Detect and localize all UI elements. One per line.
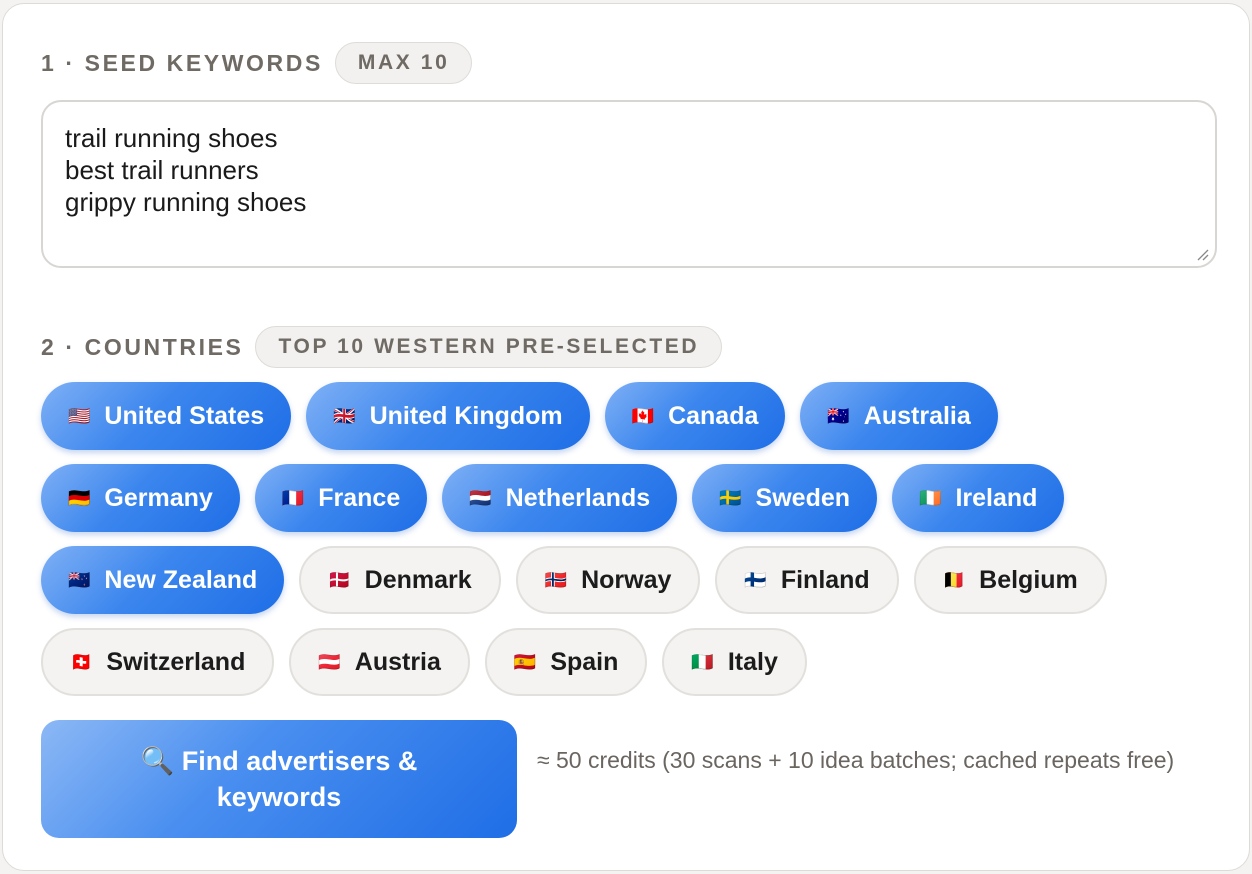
countries-header: 2 · COUNTRIES TOP 10 WESTERN PRE-SELECTE… bbox=[41, 325, 723, 369]
country-chip-switzerland[interactable]: 🇨🇭 Switzerland bbox=[41, 628, 275, 696]
flag-icon: 🇪🇸 bbox=[513, 652, 537, 672]
country-row: 🇳🇿 New Zealand 🇩🇰 Denmark 🇳🇴 Norway 🇫🇮 Finland 🇧… bbox=[41, 546, 1107, 614]
seed-keyword-lines: trail running shoes best trail runners gri… bbox=[65, 122, 1193, 218]
country-chip-united-states[interactable]: 🇺🇸 United States bbox=[41, 382, 292, 450]
flag-icon: 🇨🇭 bbox=[70, 652, 93, 672]
country-label: Netherlands bbox=[505, 483, 651, 512]
country-label: Austria bbox=[354, 647, 441, 676]
max-badge: MAX 10 bbox=[334, 42, 473, 84]
country-chip-finland[interactable]: 🇫🇮 Finland bbox=[715, 546, 899, 614]
flag-icon: 🇫🇷 bbox=[281, 488, 305, 508]
country-chip-ireland[interactable]: 🇮🇪 Ireland bbox=[892, 464, 1065, 532]
flag-icon: 🇳🇿 bbox=[68, 570, 91, 590]
country-row: 🇩🇪 Germany 🇫🇷 France 🇳🇱 Netherlands 🇸🇪 Sweden 🇮🇪… bbox=[41, 464, 1065, 532]
country-chip-new-zealand[interactable]: 🇳🇿 New Zealand bbox=[41, 546, 285, 614]
flag-icon: 🇳🇴 bbox=[544, 570, 568, 590]
country-label: United States bbox=[104, 401, 265, 430]
country-label: Canada bbox=[668, 401, 759, 430]
country-row: 🇺🇸 United States 🇬🇧 United Kingdom 🇨🇦 Canada 🇦… bbox=[41, 382, 998, 450]
country-label: Belgium bbox=[979, 565, 1078, 594]
seed-keywords-header: 1 · SEED KEYWORDS MAX 10 bbox=[41, 41, 473, 85]
country-label: Norway bbox=[581, 565, 672, 594]
country-chip-australia[interactable]: 🇦🇺 Australia bbox=[800, 382, 998, 450]
country-label: Germany bbox=[104, 483, 213, 512]
country-chip-germany[interactable]: 🇩🇪 Germany bbox=[41, 464, 240, 532]
country-label: Spain bbox=[550, 647, 619, 676]
flag-icon: 🇸🇪 bbox=[719, 488, 742, 508]
country-label: United Kingdom bbox=[369, 401, 563, 430]
country-label: Australia bbox=[863, 401, 971, 430]
flag-icon: 🇮🇪 bbox=[919, 488, 942, 508]
resize-grip-icon[interactable] bbox=[1195, 247, 1209, 261]
keyword-finder-card: 1 · SEED KEYWORDS MAX 10 trail running s… bbox=[2, 3, 1250, 871]
credits-estimate: ≈ 50 credits (30 scans + 10 idea batches… bbox=[537, 747, 1175, 773]
country-label: Sweden bbox=[755, 483, 851, 512]
country-chip-austria[interactable]: 🇦🇹 Austria bbox=[289, 628, 470, 696]
country-label: Switzerland bbox=[106, 647, 246, 676]
country-chip-canada[interactable]: 🇨🇦 Canada bbox=[604, 382, 786, 450]
country-chip-united-kingdom[interactable]: 🇬🇧 United Kingdom bbox=[306, 382, 590, 450]
country-chip-belgium[interactable]: 🇧🇪 Belgium bbox=[913, 546, 1107, 614]
country-row: 🇨🇭 Switzerland 🇦🇹 Austria 🇪🇸 Spain 🇮🇹 Italy bbox=[41, 628, 807, 696]
magnifier-icon: 🔍 bbox=[140, 746, 175, 776]
preselected-badge: TOP 10 WESTERN PRE-SELECTED bbox=[255, 326, 723, 368]
country-label: New Zealand bbox=[104, 565, 258, 594]
seed-keyword-line: grippy running shoes bbox=[65, 187, 307, 217]
country-label: Finland bbox=[780, 565, 870, 594]
flag-icon: 🇧🇪 bbox=[942, 570, 966, 590]
flag-icon: 🇦🇹 bbox=[318, 652, 341, 672]
country-label: France bbox=[318, 483, 401, 512]
countries-title: 2 · COUNTRIES bbox=[41, 333, 244, 360]
seed-keyword-line: trail running shoes bbox=[65, 123, 278, 153]
flag-icon: 🇩🇪 bbox=[68, 488, 91, 508]
flag-icon: 🇩🇰 bbox=[328, 570, 351, 590]
country-chip-denmark[interactable]: 🇩🇰 Denmark bbox=[299, 546, 501, 614]
seed-keyword-line: best trail runners bbox=[65, 155, 259, 185]
country-chip-spain[interactable]: 🇪🇸 Spain bbox=[484, 628, 648, 696]
flag-icon: 🇫🇮 bbox=[744, 570, 767, 590]
flag-icon: 🇬🇧 bbox=[333, 406, 356, 426]
find-advertisers-label: Find advertisers & keywords bbox=[181, 746, 418, 812]
country-chip-norway[interactable]: 🇳🇴 Norway bbox=[515, 546, 701, 614]
seed-keywords-title: 1 · SEED KEYWORDS bbox=[41, 49, 323, 76]
flag-icon: 🇮🇹 bbox=[691, 652, 714, 672]
country-label: Italy bbox=[727, 647, 778, 676]
flag-icon: 🇺🇸 bbox=[68, 406, 91, 426]
country-chip-italy[interactable]: 🇮🇹 Italy bbox=[662, 628, 807, 696]
flag-icon: 🇨🇦 bbox=[631, 406, 655, 426]
find-advertisers-button[interactable]: 🔍 Find advertisers & keywords bbox=[41, 720, 517, 838]
country-chip-france[interactable]: 🇫🇷 France bbox=[254, 464, 428, 532]
seed-keywords-textarea[interactable]: trail running shoes best trail runners gri… bbox=[41, 100, 1217, 268]
country-chip-sweden[interactable]: 🇸🇪 Sweden bbox=[692, 464, 878, 532]
flag-icon: 🇦🇺 bbox=[827, 406, 850, 426]
country-label: Ireland bbox=[955, 483, 1038, 512]
country-label: Denmark bbox=[364, 565, 472, 594]
country-chip-netherlands[interactable]: 🇳🇱 Netherlands bbox=[442, 464, 678, 532]
flag-icon: 🇳🇱 bbox=[469, 488, 492, 508]
